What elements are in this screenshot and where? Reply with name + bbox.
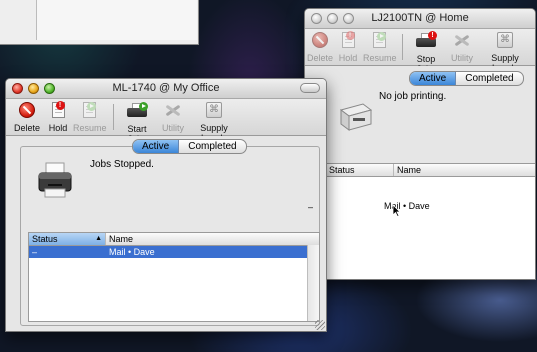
hold-label: Hold	[338, 53, 358, 63]
printer-queue-window-lj2100tn: LJ2100TN @ Home Delete ! Hold Resume ! S…	[304, 8, 536, 280]
progress-indicator: –	[308, 202, 314, 212]
toolbar: Delete ! Hold Resume Start Jobs Utility …	[6, 99, 326, 144]
toolbar-separator	[113, 104, 114, 130]
resize-grip[interactable]	[315, 320, 325, 330]
resume-label: Resume	[73, 123, 107, 133]
hold-button[interactable]: ! Hold	[47, 101, 69, 133]
utility-button[interactable]: Utility	[448, 31, 476, 63]
utility-label: Utility	[162, 123, 184, 133]
delete-label: Delete	[14, 123, 41, 133]
printer-icon	[337, 100, 373, 134]
resume-icon	[82, 102, 96, 118]
delete-button[interactable]: Delete	[307, 31, 333, 63]
window-title: ML-1740 @ My Office	[112, 82, 220, 94]
mouse-cursor-icon	[392, 204, 401, 217]
vertical-scrollbar[interactable]	[307, 245, 319, 321]
utility-button[interactable]: Utility	[159, 101, 187, 133]
supply-levels-icon: ⌘	[206, 102, 222, 118]
tab-active[interactable]: Active	[410, 72, 457, 85]
delete-button[interactable]: Delete	[14, 101, 40, 133]
window-title: LJ2100TN @ Home	[371, 12, 469, 24]
active-completed-tabs: Active Completed	[409, 71, 524, 86]
background-window	[0, 0, 199, 45]
delete-label: Delete	[307, 53, 334, 63]
printer-status: No job printing.	[379, 91, 447, 102]
resume-button[interactable]: Resume	[363, 31, 397, 63]
printer-stop-icon: !	[416, 31, 437, 49]
jobs-table: Status Name Mail • Dave	[325, 163, 535, 279]
delete-icon	[312, 32, 328, 48]
printer-start-icon	[127, 102, 148, 119]
sort-ascending-icon: ▲	[95, 235, 102, 242]
job-status: –	[32, 247, 38, 257]
table-row[interactable]: – Mail • Dave	[29, 246, 308, 258]
active-completed-tabs: Active Completed	[132, 139, 247, 154]
utility-icon	[453, 32, 471, 48]
toolbar-separator	[402, 34, 403, 60]
hold-icon: !	[51, 101, 65, 118]
table-header: Status ▲ Name	[29, 233, 319, 246]
hold-icon: !	[341, 31, 355, 48]
tab-completed[interactable]: Completed	[179, 140, 245, 153]
tab-active[interactable]: Active	[133, 140, 180, 153]
printer-queue-window-ml1740: ML-1740 @ My Office Delete ! Hold Resume…	[5, 78, 327, 332]
status-column-header[interactable]: Status	[326, 164, 394, 176]
delete-icon	[19, 102, 35, 118]
background-window-pane	[36, 0, 197, 40]
name-column-header[interactable]: Name	[394, 164, 535, 176]
resume-label: Resume	[363, 53, 397, 63]
status-column-header[interactable]: Status ▲	[29, 233, 106, 245]
hold-label: Hold	[48, 123, 68, 133]
window-content: Active Completed No job printing. Status…	[305, 66, 535, 279]
table-header: Status Name	[326, 164, 535, 177]
tab-completed[interactable]: Completed	[456, 72, 522, 85]
printer-status: Jobs Stopped.	[90, 159, 154, 170]
toolbar: Delete ! Hold Resume ! Stop Jobs Utility…	[305, 29, 535, 74]
supply-levels-icon: ⌘	[497, 32, 513, 48]
job-name: Mail • Dave	[109, 247, 155, 257]
utility-icon	[164, 102, 182, 118]
jobs-table: Status ▲ Name – Mail • Dave	[28, 232, 320, 322]
hold-button[interactable]: ! Hold	[337, 31, 359, 63]
printer-icon	[36, 161, 74, 199]
window-titlebar[interactable]: ML-1740 @ My Office	[6, 79, 326, 99]
utility-label: Utility	[451, 53, 473, 63]
window-content: Active Completed Jobs Stopped. – Status …	[6, 136, 326, 331]
resume-button[interactable]: Resume	[73, 101, 107, 133]
toolbar-toggle-button[interactable]	[300, 83, 320, 93]
name-column-header[interactable]: Name	[106, 233, 319, 245]
job-name[interactable]: Mail • Dave	[384, 201, 430, 211]
resume-icon	[372, 32, 386, 48]
window-titlebar[interactable]: LJ2100TN @ Home	[305, 9, 535, 29]
